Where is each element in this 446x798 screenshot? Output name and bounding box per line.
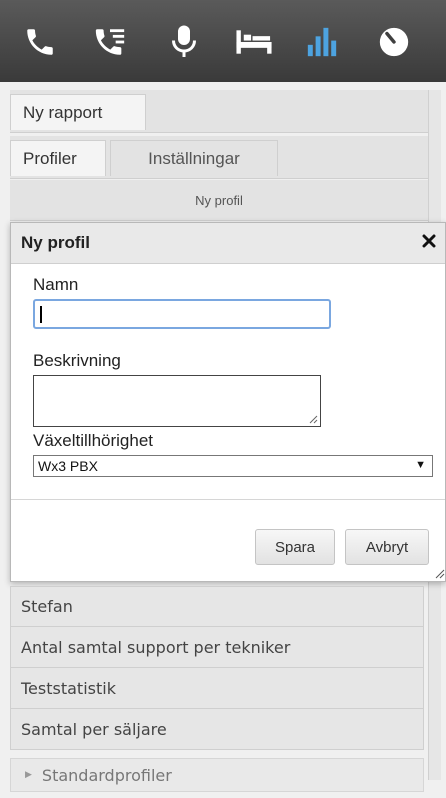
call-list-icon[interactable] [88,20,132,64]
switch-select[interactable]: Wx3 PBX ▼ [33,455,433,477]
switch-label: Växeltillhörighet [33,431,154,450]
list-item[interactable]: Teststatistik [10,668,424,709]
tab-ny-rapport[interactable]: Ny rapport [10,94,146,130]
standard-profiles-group[interactable]: ▶ Standardprofiler [10,758,424,792]
cancel-button[interactable]: Avbryt [345,529,429,565]
close-icon[interactable] [419,231,439,251]
new-profile-link[interactable]: Ny profil [10,180,428,221]
profile-list: Stefan Antal samtal support per tekniker… [10,586,424,750]
name-input[interactable] [33,299,331,329]
chevron-down-icon: ▼ [415,459,426,471]
text-caret [40,306,42,323]
chevron-right-icon: ▶ [25,770,32,780]
standard-profiles-label: Standardprofiler [41,765,172,785]
dialog-header: Ny profil [11,223,445,264]
resize-handle-icon[interactable] [308,414,318,424]
tab-installningar[interactable]: Inställningar [110,140,278,176]
description-textarea[interactable] [33,375,321,427]
bar-chart-icon[interactable] [300,20,344,64]
description-label: Beskrivning [33,351,121,370]
list-item[interactable]: Antal samtal support per tekniker [10,627,424,668]
top-toolbar [0,0,446,82]
microphone-icon[interactable] [162,20,206,64]
clock-icon[interactable] [372,20,416,64]
list-item[interactable]: Stefan [10,586,424,627]
dialog-title: Ny profil [21,233,90,252]
save-button[interactable]: Spara [255,529,335,565]
switch-selected-value: Wx3 PBX [38,458,98,474]
new-profile-dialog: Ny profil Namn Beskrivning Växeltillhöri… [10,222,446,582]
report-tab-row: Ny rapport [10,90,428,133]
phone-icon[interactable] [18,20,62,64]
profile-tab-row: Profiler Inställningar [10,136,428,179]
dialog-divider [11,499,445,500]
bed-icon[interactable] [232,20,276,64]
list-item[interactable]: Samtal per säljare [10,709,424,750]
name-label: Namn [33,275,79,294]
tab-profiler[interactable]: Profiler [10,140,106,176]
dialog-resize-icon[interactable] [433,567,445,579]
